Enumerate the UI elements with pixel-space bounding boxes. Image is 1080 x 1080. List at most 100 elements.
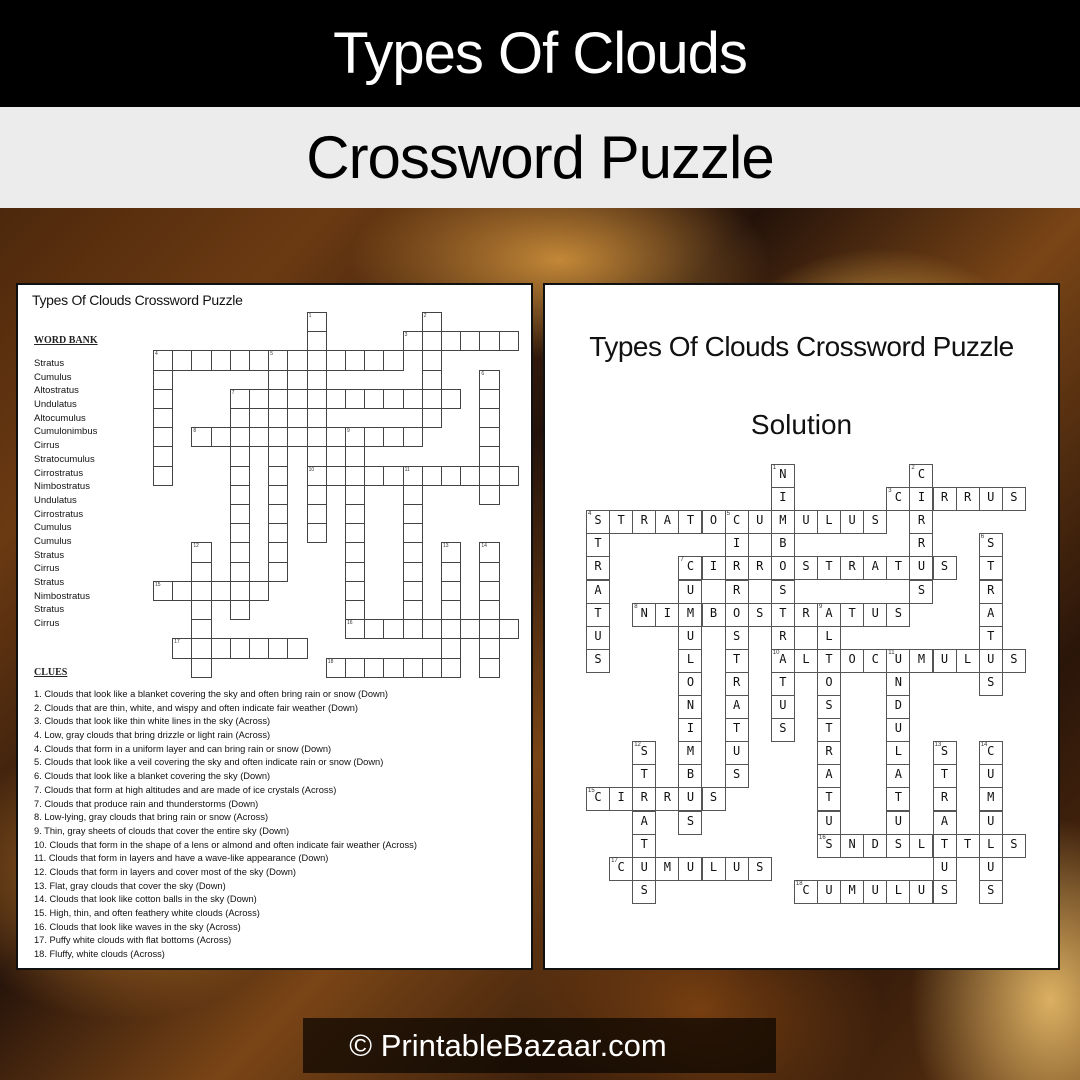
crossword-cell[interactable] — [345, 388, 366, 409]
crossword-cell[interactable] — [268, 369, 289, 390]
crossword-cell[interactable] — [460, 331, 481, 352]
crossword-cell[interactable] — [441, 580, 462, 601]
crossword-cell[interactable]: 14 — [479, 542, 500, 563]
crossword-cell[interactable] — [172, 580, 193, 601]
crossword-cell[interactable] — [191, 619, 212, 640]
crossword-cell[interactable] — [364, 388, 385, 409]
crossword-cell[interactable]: 3 — [402, 331, 423, 352]
crossword-cell[interactable] — [210, 350, 231, 371]
crossword-cell[interactable] — [421, 369, 442, 390]
crossword-cell[interactable] — [402, 657, 423, 678]
crossword-cell[interactable] — [345, 600, 366, 621]
crossword-cell[interactable] — [268, 484, 289, 505]
crossword-cell[interactable] — [191, 657, 212, 678]
crossword-cell[interactable]: 13 — [441, 542, 462, 563]
crossword-cell[interactable] — [383, 388, 404, 409]
crossword-cell[interactable] — [268, 388, 289, 409]
crossword-cell[interactable] — [345, 446, 366, 467]
crossword-cell[interactable] — [421, 465, 442, 486]
crossword-cell[interactable] — [479, 465, 500, 486]
crossword-cell[interactable] — [441, 388, 462, 409]
crossword-cell[interactable]: 12 — [191, 542, 212, 563]
crossword-cell[interactable] — [172, 350, 193, 371]
crossword-cell[interactable] — [498, 331, 519, 352]
crossword-cell[interactable] — [306, 446, 327, 467]
crossword-cell[interactable]: 11 — [402, 465, 423, 486]
crossword-cell[interactable] — [229, 350, 250, 371]
crossword-cell[interactable] — [479, 580, 500, 601]
crossword-cell[interactable] — [325, 465, 346, 486]
crossword-cell[interactable] — [268, 465, 289, 486]
crossword-cell[interactable] — [441, 657, 462, 678]
crossword-cell[interactable]: 18 — [325, 657, 346, 678]
crossword-cell[interactable] — [153, 427, 174, 448]
crossword-cell[interactable] — [479, 331, 500, 352]
crossword-cell[interactable] — [268, 427, 289, 448]
crossword-cell[interactable] — [229, 523, 250, 544]
crossword-cell[interactable] — [249, 638, 270, 659]
crossword-cell[interactable] — [268, 523, 289, 544]
crossword-cell[interactable] — [229, 427, 250, 448]
crossword-cell[interactable] — [210, 638, 231, 659]
crossword-cell[interactable] — [229, 638, 250, 659]
crossword-cell[interactable] — [441, 465, 462, 486]
crossword-cell[interactable] — [191, 638, 212, 659]
crossword-cell[interactable] — [287, 427, 308, 448]
crossword-cell[interactable] — [441, 638, 462, 659]
crossword-cell[interactable] — [498, 465, 519, 486]
crossword-cell[interactable] — [153, 465, 174, 486]
crossword-cell[interactable] — [229, 408, 250, 429]
crossword-cell[interactable] — [364, 427, 385, 448]
crossword-cell[interactable] — [249, 350, 270, 371]
crossword-cell[interactable]: 7 — [229, 388, 250, 409]
crossword-cell[interactable] — [268, 561, 289, 582]
crossword-cell[interactable] — [402, 600, 423, 621]
crossword-cell[interactable] — [441, 561, 462, 582]
crossword-cell[interactable] — [268, 638, 289, 659]
crossword-cell[interactable] — [402, 504, 423, 525]
crossword-cell[interactable] — [345, 542, 366, 563]
crossword-cell[interactable] — [345, 465, 366, 486]
crossword-cell[interactable] — [421, 408, 442, 429]
crossword-cell[interactable] — [421, 350, 442, 371]
crossword-cell[interactable] — [402, 484, 423, 505]
crossword-cell[interactable] — [345, 484, 366, 505]
crossword-cell[interactable] — [479, 619, 500, 640]
crossword-cell[interactable] — [306, 350, 327, 371]
crossword-cell[interactable] — [345, 504, 366, 525]
crossword-cell[interactable] — [229, 504, 250, 525]
crossword-cell[interactable] — [479, 388, 500, 409]
crossword-cell[interactable]: 15 — [153, 580, 174, 601]
crossword-cell[interactable] — [287, 388, 308, 409]
crossword-cell[interactable] — [460, 465, 481, 486]
crossword-cell[interactable] — [402, 388, 423, 409]
crossword-cell[interactable] — [345, 580, 366, 601]
crossword-cell[interactable] — [306, 388, 327, 409]
crossword-cell[interactable] — [479, 561, 500, 582]
crossword-cell[interactable] — [479, 446, 500, 467]
crossword-cell[interactable] — [191, 580, 212, 601]
crossword-cell[interactable] — [210, 580, 231, 601]
crossword-cell[interactable] — [287, 638, 308, 659]
crossword-cell[interactable]: 5 — [268, 350, 289, 371]
crossword-cell[interactable] — [364, 465, 385, 486]
crossword-cell[interactable] — [268, 504, 289, 525]
crossword-cell[interactable] — [249, 427, 270, 448]
crossword-cell[interactable] — [441, 619, 462, 640]
crossword-cell[interactable] — [460, 619, 481, 640]
crossword-cell[interactable] — [402, 427, 423, 448]
crossword-cell[interactable] — [421, 657, 442, 678]
crossword-cell[interactable] — [306, 523, 327, 544]
crossword-cell[interactable] — [364, 619, 385, 640]
crossword-cell[interactable] — [229, 446, 250, 467]
crossword-cell[interactable] — [191, 600, 212, 621]
crossword-cell[interactable] — [441, 600, 462, 621]
crossword-cell[interactable] — [229, 484, 250, 505]
crossword-cell[interactable]: 2 — [421, 312, 442, 333]
crossword-cell[interactable] — [229, 600, 250, 621]
crossword-cell[interactable] — [421, 388, 442, 409]
crossword-cell[interactable]: 8 — [191, 427, 212, 448]
crossword-cell[interactable] — [306, 484, 327, 505]
crossword-cell[interactable] — [345, 561, 366, 582]
crossword-cell[interactable]: 17 — [172, 638, 193, 659]
